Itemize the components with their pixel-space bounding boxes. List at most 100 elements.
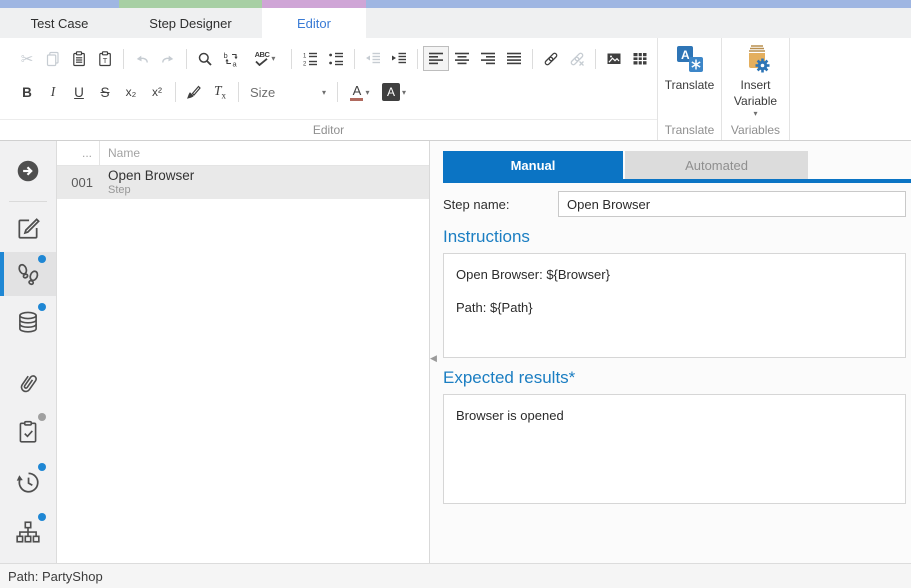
replace-button[interactable]: ba	[218, 46, 244, 71]
paste-text-button[interactable]: T	[92, 46, 118, 71]
sidebar-item-checklist[interactable]	[0, 410, 56, 454]
redo-button[interactable]	[155, 46, 181, 71]
step-detail-panel: ◀ Manual Automated Step name: Instructio…	[430, 141, 911, 563]
separator	[337, 82, 338, 102]
history-icon	[15, 469, 41, 495]
paste-icon	[71, 51, 87, 67]
bullet-list-icon	[328, 51, 344, 67]
increase-indent-button[interactable]	[386, 46, 412, 71]
undo-button[interactable]	[129, 46, 155, 71]
sidebar-item-edit[interactable]	[0, 206, 56, 250]
italic-icon: I	[51, 84, 56, 100]
step-list-header: ... Name	[57, 141, 429, 166]
expected-results-textarea[interactable]: Browser is opened	[443, 394, 906, 504]
step-list-row[interactable]: 001 Open Browser Step	[57, 166, 429, 199]
insert-variable-button-label: Insert Variable	[727, 78, 785, 109]
paste-button[interactable]	[66, 46, 92, 71]
chevron-down-icon: ▾	[402, 88, 406, 97]
step-row-text: Open Browser Step	[100, 168, 194, 196]
svg-text:1: 1	[303, 53, 307, 59]
tabstrip-filler	[366, 0, 911, 38]
go-to-icon	[15, 158, 41, 184]
bold-button[interactable]: B	[14, 80, 40, 105]
tab-color-band	[0, 0, 119, 8]
italic-button[interactable]: I	[40, 80, 66, 105]
svg-text:T: T	[103, 56, 108, 65]
sidebar-item-database[interactable]	[0, 300, 56, 344]
table-icon	[632, 51, 648, 67]
instructions-textarea[interactable]: Open Browser: ${Browser} Path: ${Path}	[443, 253, 906, 358]
search-button[interactable]	[192, 46, 218, 71]
undo-icon	[134, 51, 150, 67]
insert-table-button[interactable]	[627, 46, 653, 71]
spellcheck-button[interactable]: ABC ▾	[244, 46, 286, 71]
svg-text:2: 2	[303, 61, 307, 67]
notification-dot	[38, 413, 46, 421]
clear-format-button[interactable]: Tx	[207, 80, 233, 105]
underline-button[interactable]: U	[66, 80, 92, 105]
align-right-button[interactable]	[475, 46, 501, 71]
sidebar-item-history[interactable]	[0, 460, 56, 504]
tab-step-designer[interactable]: Step Designer	[119, 0, 262, 38]
step-subtitle: Step	[108, 184, 194, 197]
sidebar-item-steps[interactable]	[0, 252, 56, 296]
tab-automated[interactable]: Automated	[625, 151, 808, 179]
detail-tabs: Manual Automated	[443, 151, 911, 179]
separator	[186, 49, 187, 69]
sidebar-item-go-to[interactable]	[0, 149, 56, 193]
ribbon-row-1: ✂ T ba ABC ▾ 12	[0, 38, 657, 75]
superscript-icon: x²	[152, 85, 162, 99]
superscript-button[interactable]: x²	[144, 80, 170, 105]
status-path: Path: PartyShop	[8, 569, 103, 584]
tab-test-case[interactable]: Test Case	[0, 0, 119, 38]
background-color-button[interactable]: A ▾	[377, 80, 411, 105]
ribbon-group-translate: A Translate Translate	[658, 38, 722, 140]
sidebar-item-attachments[interactable]	[0, 362, 56, 406]
svg-text:b: b	[223, 51, 227, 60]
numbered-list-icon: 12	[302, 51, 318, 67]
align-center-button[interactable]	[449, 46, 475, 71]
font-color-button[interactable]: A ▾	[343, 80, 377, 105]
column-header-index[interactable]: ...	[57, 141, 100, 165]
expected-results-heading: Expected results*	[443, 368, 911, 388]
numbered-list-button[interactable]: 12	[297, 46, 323, 71]
bullet-list-button[interactable]	[323, 46, 349, 71]
align-left-button[interactable]	[423, 46, 449, 71]
tab-label: Editor	[262, 8, 366, 38]
ribbon-group-label-editor: Editor	[0, 119, 657, 140]
tab-editor[interactable]: Editor	[262, 0, 366, 38]
tab-color-band	[262, 0, 366, 8]
insert-variable-button[interactable]: Insert Variable ▾	[722, 38, 789, 119]
translate-button[interactable]: A Translate	[658, 38, 721, 119]
step-title: Open Browser	[108, 168, 194, 184]
font-size-label: Size	[250, 85, 275, 100]
document-tabstrip: Test Case Step Designer Editor	[0, 0, 911, 38]
separator	[417, 49, 418, 69]
link-button[interactable]	[538, 46, 564, 71]
step-index: 001	[57, 175, 100, 190]
decrease-indent-button[interactable]	[360, 46, 386, 71]
ribbon-group-label-translate: Translate	[658, 119, 721, 140]
svg-text:a: a	[232, 59, 237, 67]
step-name-input[interactable]	[558, 191, 906, 217]
spellcheck-icon: ABC	[255, 51, 270, 67]
unlink-button[interactable]	[564, 46, 590, 71]
redo-icon	[160, 51, 176, 67]
notification-dot	[38, 303, 46, 311]
subscript-button[interactable]: x₂	[118, 80, 144, 105]
column-header-name[interactable]: Name	[100, 141, 140, 165]
strikethrough-button[interactable]: S	[92, 80, 118, 105]
sidebar-item-hierarchy[interactable]	[0, 510, 56, 554]
copy-button[interactable]	[40, 46, 66, 71]
tab-manual[interactable]: Manual	[443, 151, 623, 179]
font-color-icon: A	[350, 84, 363, 101]
link-icon	[543, 51, 559, 67]
separator	[238, 82, 239, 102]
separator	[123, 49, 124, 69]
insert-image-button[interactable]	[601, 46, 627, 71]
format-painter-button[interactable]	[181, 80, 207, 105]
cut-button[interactable]: ✂	[14, 46, 40, 71]
justify-button[interactable]	[501, 46, 527, 71]
font-size-dropdown[interactable]: Size ▾	[244, 80, 332, 104]
collapse-panel-icon[interactable]: ◀	[430, 353, 437, 364]
